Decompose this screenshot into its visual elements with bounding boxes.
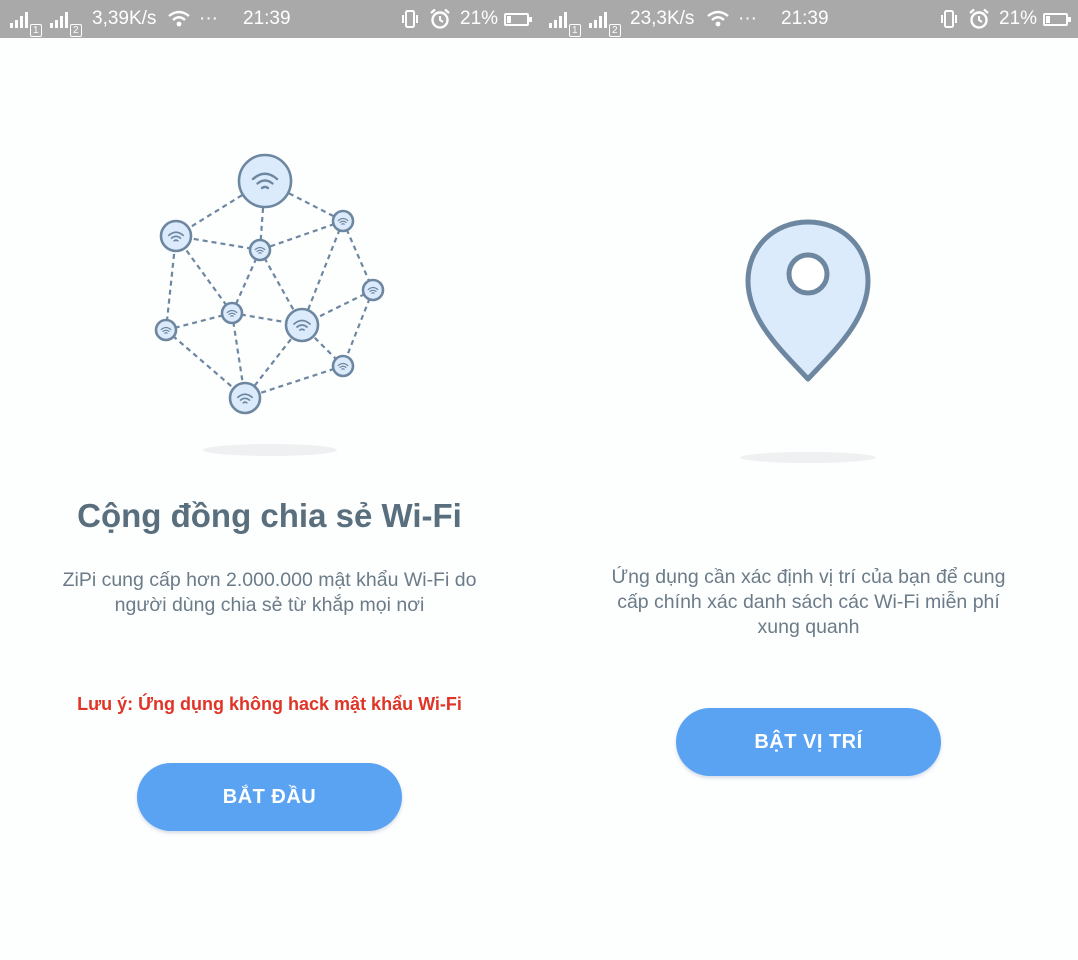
more-icon: ··· [738, 8, 757, 29]
description-line: xung quanh [757, 616, 860, 638]
alarm-icon [429, 0, 451, 38]
status-bar: 1 2 3,39K/s ··· 21:39 21% [0, 0, 539, 38]
status-bar: 1 2 23,3K/s ··· 21:39 21% [539, 0, 1078, 38]
wifi-status-icon [168, 0, 190, 38]
warning-note: Lưu ý: Ứng dụng không hack mật khẩu Wi-F… [77, 694, 462, 714]
network-speed: 3,39K/s [92, 8, 157, 29]
alarm-icon [968, 0, 990, 38]
clock-time: 21:39 [243, 8, 291, 29]
description-line: ZiPi cung cấp hơn 2.000.000 mật khẩu Wi-… [62, 569, 477, 591]
network-speed: 23,3K/s [630, 8, 695, 29]
description-line: Ứng dụng cần xác định vị trí của bạn để … [611, 566, 1006, 588]
description: Ứng dụng cần xác định vị trí của bạn để … [539, 565, 1078, 640]
battery-icon [1043, 0, 1071, 38]
vibrate-icon [401, 0, 419, 38]
illustration-shadow [740, 452, 876, 463]
signal-sim1-icon: 1 [10, 0, 42, 38]
signal-sim2-icon: 2 [50, 0, 82, 38]
enable-location-button[interactable]: BẬT VỊ TRÍ [676, 708, 941, 776]
more-icon: ··· [199, 8, 218, 29]
description-line: người dùng chia sẻ từ khắp mọi nơi [114, 594, 425, 616]
clock-time: 21:39 [781, 8, 829, 29]
signal-sim1-icon: 1 [549, 0, 581, 38]
onboarding-screen-location: 1 2 23,3K/s ··· 21:39 21% Ứng dụng cần x… [539, 0, 1078, 960]
wifi-network-icon [154, 153, 385, 415]
wifi-status-icon [707, 0, 729, 38]
description: ZiPi cung cấp hơn 2.000.000 mật khẩu Wi-… [0, 568, 539, 618]
battery-icon [504, 0, 532, 38]
battery-percent: 21% [460, 8, 499, 29]
battery-percent: 21% [999, 8, 1038, 29]
vibrate-icon [940, 0, 958, 38]
signal-sim2-icon: 2 [589, 0, 621, 38]
illustration-shadow [203, 444, 337, 456]
description-line: cấp chính xác danh sách các Wi-Fi miễn p… [617, 591, 1000, 613]
start-button[interactable]: BẮT ĐẦU [137, 763, 402, 831]
onboarding-screen-community: 1 2 3,39K/s ··· 21:39 21% Cộng đồng chia… [0, 0, 539, 960]
page-title: Cộng đồng chia sẻ Wi-Fi [77, 497, 462, 534]
location-pin-icon [745, 219, 871, 382]
